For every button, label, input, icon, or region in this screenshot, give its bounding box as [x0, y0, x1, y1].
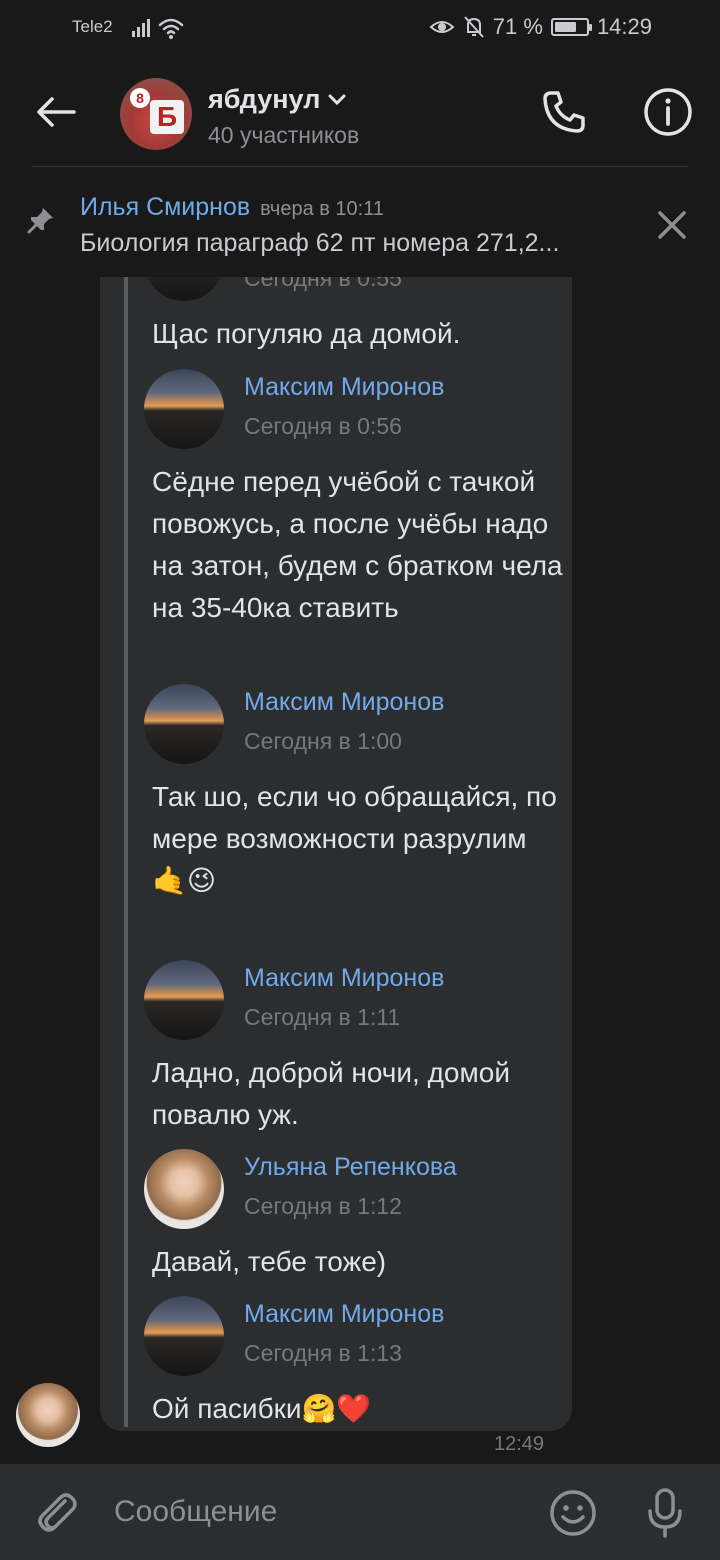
- avatar[interactable]: [144, 960, 224, 1040]
- avatar-letter: Б: [150, 100, 184, 134]
- sender-avatar[interactable]: [16, 1383, 80, 1447]
- forwarded-date: Сегодня в 0:56: [244, 413, 402, 439]
- pin-icon: [26, 205, 56, 240]
- pinned-message[interactable]: Илья Смирнов вчера в 10:11 Биология параг…: [0, 167, 720, 277]
- forwarded-author[interactable]: Максим Миронов: [244, 688, 444, 717]
- forwarded-text: Так шо, если чо обращайся, по мере возмо…: [152, 781, 557, 854]
- avatar[interactable]: [144, 277, 224, 301]
- forwarded-message: Максим Миронов Сегодня в 0:56 Сёдне пере…: [144, 369, 564, 629]
- emoji-hug-heart: 🤗❤️: [301, 1392, 372, 1425]
- forwarded-text: Ой пасибки: [152, 1393, 302, 1424]
- avatar[interactable]: [144, 369, 224, 449]
- forwarded-message: Ульяна Репенкова Сегодня в 1:12 Давай, т…: [144, 1149, 564, 1283]
- forwarded-message: Максим Миронов Сегодня в 1:13 Ой пасибки…: [144, 1296, 564, 1430]
- forwarded-date: Сегодня в 1:11: [244, 1004, 401, 1030]
- chat-title-text: ябдунул: [208, 84, 321, 114]
- close-icon: [658, 211, 686, 239]
- chat-header: 8 Б ябдунул 40 участников: [0, 56, 720, 166]
- signal-icon: [132, 18, 184, 39]
- chat-title[interactable]: ябдунул: [208, 84, 346, 115]
- avatar[interactable]: [144, 1296, 224, 1376]
- phone-icon: [543, 91, 585, 133]
- forwarded-author[interactable]: Максим Миронов: [244, 1300, 444, 1329]
- forwarded-text: Щас погуляю да домой.: [152, 318, 461, 349]
- clock: 14:29: [596, 14, 652, 39]
- forwarded-author[interactable]: Максим Миронов: [244, 373, 444, 402]
- status-bar: Tele2 71 % 14:29: [0, 0, 720, 56]
- forwarded-text: Сёдне перед учёбой с тачкой повожусь, а …: [152, 466, 563, 623]
- composer: [0, 1464, 720, 1560]
- participants-count: 40 участников: [208, 122, 360, 148]
- forwarded-text: Давай, тебе тоже): [152, 1246, 387, 1277]
- forwarded-date: Сегодня в 1:13: [244, 1340, 402, 1366]
- pinned-text: Биология параграф 62 пт номера 271,2...: [80, 229, 560, 257]
- smile-icon: [550, 1490, 596, 1536]
- forwarded-text: Ладно, доброй ночи, домой повалю уж.: [152, 1057, 510, 1130]
- forwarded-date: Сегодня в 1:00: [244, 728, 402, 754]
- forwarded-author[interactable]: Максим Миронов: [244, 964, 444, 993]
- wifi-icon: [158, 18, 184, 35]
- mute-bell-icon: [464, 16, 484, 38]
- chat-area[interactable]: Сегодня в 0:55 Щас погуляю да домой. Мак…: [0, 277, 720, 1464]
- paperclip-icon: [38, 1493, 77, 1532]
- message-time: 12:49: [494, 1433, 545, 1455]
- close-pinned-button[interactable]: [650, 203, 694, 247]
- forwarded-message: Сегодня в 0:55 Щас погуляю да домой.: [144, 277, 564, 355]
- emoji-button[interactable]: [548, 1488, 598, 1538]
- chat-avatar[interactable]: 8 Б: [120, 78, 192, 150]
- forwarded-date: Сегодня в 1:12: [244, 1193, 402, 1219]
- emoji-call-me-wink: 🤙😉: [152, 864, 217, 897]
- avatar-number: 8: [130, 88, 150, 108]
- carrier-label: Tele2: [72, 17, 113, 36]
- pinned-author-name: Илья Смирнов: [80, 193, 251, 221]
- signal-wifi-icons: [130, 15, 186, 47]
- pinned-author: Илья Смирнов вчера в 10:11: [80, 193, 384, 222]
- call-button[interactable]: [536, 84, 592, 140]
- battery-icon: [550, 18, 592, 36]
- status-right: 71 % 14:29: [429, 14, 652, 40]
- battery-fill: [554, 22, 577, 32]
- back-button[interactable]: [28, 84, 84, 140]
- chevron-down-icon: [328, 94, 346, 105]
- battery-percent: 71 %: [492, 14, 543, 39]
- voice-message-button[interactable]: [640, 1486, 690, 1540]
- avatar[interactable]: [144, 1149, 224, 1229]
- forwarded-message: Максим Миронов Сегодня в 1:00 Так шо, ес…: [144, 684, 564, 902]
- eye-icon: [429, 21, 455, 33]
- message-input[interactable]: [114, 1490, 514, 1534]
- pinned-time: вчера в 10:11: [260, 198, 384, 220]
- attach-button[interactable]: [32, 1488, 82, 1538]
- arrow-left-icon: [37, 97, 76, 127]
- forwarded-text-block: Так шо, если чо обращайся, по мере возмо…: [144, 776, 564, 902]
- avatar[interactable]: [144, 684, 224, 764]
- forwarded-date: Сегодня в 0:55: [244, 277, 402, 291]
- info-icon: [644, 88, 692, 136]
- forwarded-text-block: Ой пасибки🤗❤️: [144, 1388, 564, 1430]
- info-button[interactable]: [640, 84, 696, 140]
- microphone-icon: [648, 1488, 682, 1538]
- forwarded-author[interactable]: Ульяна Репенкова: [244, 1153, 457, 1182]
- forward-line: [124, 277, 128, 1427]
- forwarded-message: Максим Миронов Сегодня в 1:11 Ладно, доб…: [144, 960, 564, 1136]
